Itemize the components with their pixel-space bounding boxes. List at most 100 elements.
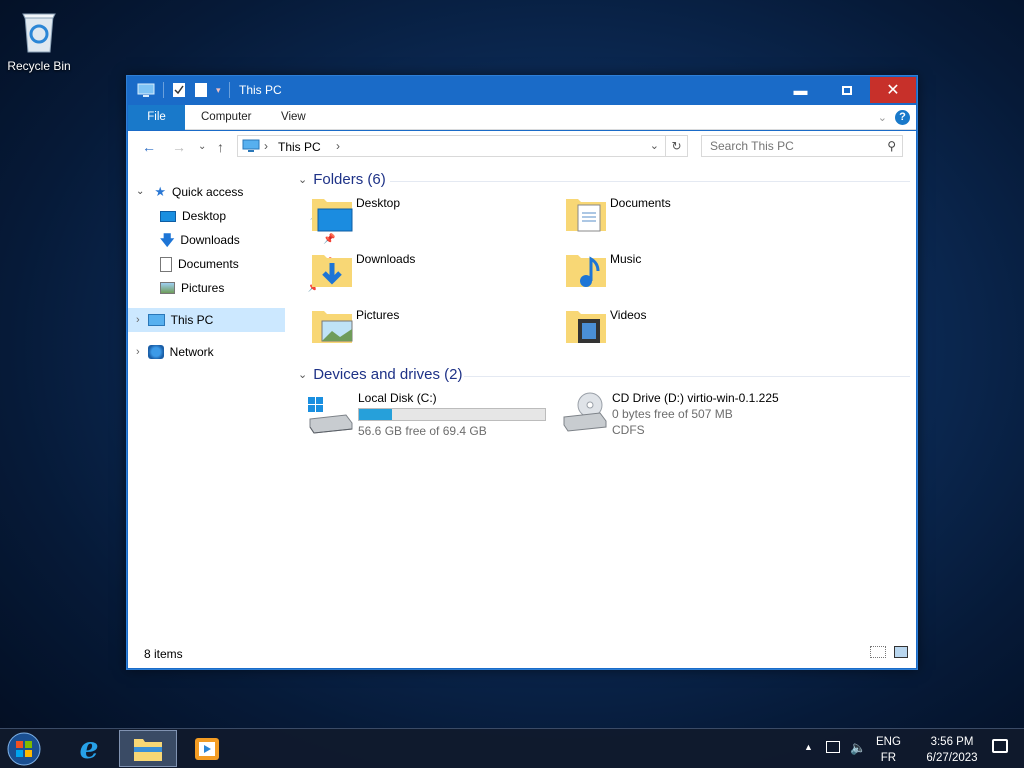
search-icon: ⚲ [887, 139, 896, 153]
address-history-chevron-icon[interactable]: ⌄ [650, 139, 659, 152]
devices-group-header[interactable]: ⌄ Devices and drives (2) [298, 366, 462, 383]
nav-this-pc[interactable]: › This PC [128, 308, 285, 332]
group-divider [464, 376, 910, 377]
nav-documents[interactable]: Documents 📌 [160, 252, 335, 276]
properties-icon[interactable] [172, 82, 186, 98]
folder-videos[interactable]: Videos [564, 303, 804, 355]
expand-ribbon-chevron-icon[interactable]: ⌄ [878, 111, 887, 124]
taskbar-media-player[interactable] [178, 730, 236, 767]
recent-locations-chevron-icon[interactable]: ⌄ [198, 141, 206, 152]
content-pane: ⌄ Folders (6) Desktop Documents Download… [298, 163, 916, 638]
lang-top: ENG [876, 736, 901, 748]
minimize-button[interactable]: ▬ [778, 77, 823, 103]
folder-name: Documents [610, 196, 671, 210]
breadcrumb-chevron-icon[interactable]: › [264, 139, 268, 153]
taskbar-internet-explorer[interactable]: e [60, 730, 118, 767]
tab-file[interactable]: File [128, 105, 185, 130]
customize-qat-chevron-icon[interactable]: ▾ [216, 85, 221, 96]
nav-pictures[interactable]: Pictures 📌 [160, 276, 320, 300]
file-explorer-icon [134, 738, 162, 761]
navigation-bar: ← → ⌄ ↑ › This PC › ⌄ ↻ ⚲ [128, 131, 916, 163]
recycle-bin-icon [22, 13, 56, 53]
lang-bottom: FR [880, 752, 897, 764]
nav-label: This PC [170, 313, 214, 327]
tab-view[interactable]: View [268, 105, 319, 130]
nav-label: Pictures [181, 281, 225, 295]
minimize-icon: ▬ [793, 82, 808, 98]
large-icons-view-icon[interactable] [894, 646, 908, 658]
search-input[interactable] [702, 136, 872, 156]
folder-pictures[interactable]: Pictures [310, 303, 550, 355]
tab-computer[interactable]: Computer [188, 105, 265, 130]
picture-icon [160, 282, 175, 294]
help-icon[interactable]: ? [895, 110, 910, 125]
download-arrow-icon: 🡇 [160, 232, 175, 248]
folder-desktop[interactable]: Desktop [310, 191, 550, 243]
title-bar[interactable]: ▾ This PC ▬ ✕ [127, 76, 917, 105]
cd-drive-icon [563, 392, 607, 432]
volume-muted-icon[interactable]: 🔈 [850, 740, 866, 756]
network-icon [147, 345, 164, 359]
star-icon: ★ [154, 184, 167, 199]
action-center-icon[interactable] [992, 739, 1008, 753]
close-icon: ✕ [886, 82, 900, 99]
explorer-body: ⌄ ★ Quick access Desktop 📌 🡇 Downloads 📌… [128, 163, 916, 668]
folder-downloads[interactable]: Downloads [310, 247, 550, 299]
maximize-button[interactable] [824, 77, 869, 103]
start-button[interactable] [6, 731, 46, 767]
nav-network[interactable]: › Network [136, 340, 214, 364]
folders-group-header[interactable]: ⌄ Folders (6) [298, 171, 386, 188]
nav-label: Desktop [182, 209, 227, 223]
network-status-icon[interactable] [826, 741, 840, 753]
status-bar: 8 items [128, 638, 916, 668]
taskbar: e ▲ 🔈 ENG FR 3:56 PM 6/27/2023 [0, 728, 1024, 768]
nav-quick-access[interactable]: ⌄ ★ Quick access [136, 180, 243, 204]
group-collapse-chevron-icon[interactable]: ⌄ [298, 368, 307, 381]
media-player-icon [195, 737, 219, 760]
close-button[interactable]: ✕ [870, 77, 916, 103]
folder-music[interactable]: Music [564, 247, 804, 299]
details-view-icon[interactable] [870, 646, 886, 658]
folder-name: Pictures [356, 308, 400, 322]
search-box[interactable]: ⚲ [701, 135, 903, 157]
drive-local-disk-c[interactable]: Local Disk (C:) 56.6 GB free of 69.4 GB [306, 391, 556, 443]
folder-documents[interactable]: Documents [564, 191, 804, 243]
nav-desktop[interactable]: Desktop 📌 [160, 204, 322, 228]
show-hidden-icons-icon[interactable]: ▲ [804, 742, 813, 752]
nav-label: Network [169, 345, 214, 359]
group-divider [390, 181, 910, 182]
nav-downloads[interactable]: 🡇 Downloads 📌 [160, 228, 336, 252]
this-pc-icon [242, 139, 260, 152]
clock[interactable]: 3:56 PM 6/27/2023 [912, 734, 992, 766]
up-arrow-icon[interactable]: ↑ [217, 139, 224, 155]
address-bar[interactable]: › This PC › ⌄ ↻ [237, 135, 688, 157]
group-title: Folders (6) [313, 171, 386, 188]
folder-name: Music [610, 252, 642, 266]
nav-label: Downloads [180, 233, 240, 247]
item-count: 8 items [144, 647, 183, 661]
refresh-icon[interactable]: ↻ [665, 136, 687, 156]
collapse-chevron-icon[interactable]: › [136, 308, 140, 332]
back-arrow-icon[interactable]: ← [142, 139, 156, 155]
new-folder-icon[interactable] [194, 82, 208, 98]
this-pc-icon [137, 83, 155, 97]
recycle-bin-label: Recycle Bin [7, 59, 71, 73]
recycle-bin-desktop-icon[interactable]: Recycle Bin [6, 8, 72, 73]
expand-chevron-icon[interactable]: ⌄ [136, 180, 144, 204]
folder-downloads-icon [312, 255, 352, 287]
collapse-chevron-icon[interactable]: › [136, 340, 140, 364]
folder-name: Videos [610, 308, 647, 322]
drive-usage-bar [358, 408, 546, 421]
clock-time: 3:56 PM [930, 736, 974, 748]
drive-cd-d[interactable]: CD Drive (D:) virtio-win-0.1.225 0 bytes… [560, 391, 860, 443]
breadcrumb-chevron-icon[interactable]: › [336, 139, 340, 153]
input-language[interactable]: ENG FR [876, 734, 901, 766]
taskbar-file-explorer[interactable] [119, 730, 177, 767]
group-collapse-chevron-icon[interactable]: ⌄ [298, 173, 307, 186]
file-explorer-window: ▾ This PC ▬ ✕ File Computer View ⌄ ? ← →… [126, 75, 918, 670]
forward-arrow-icon[interactable]: → [172, 139, 186, 155]
folder-pictures-icon [312, 311, 353, 343]
breadcrumb-this-pc[interactable]: This PC [278, 140, 321, 154]
maximize-icon [841, 85, 852, 95]
hard-drive-windows-icon [308, 397, 353, 434]
